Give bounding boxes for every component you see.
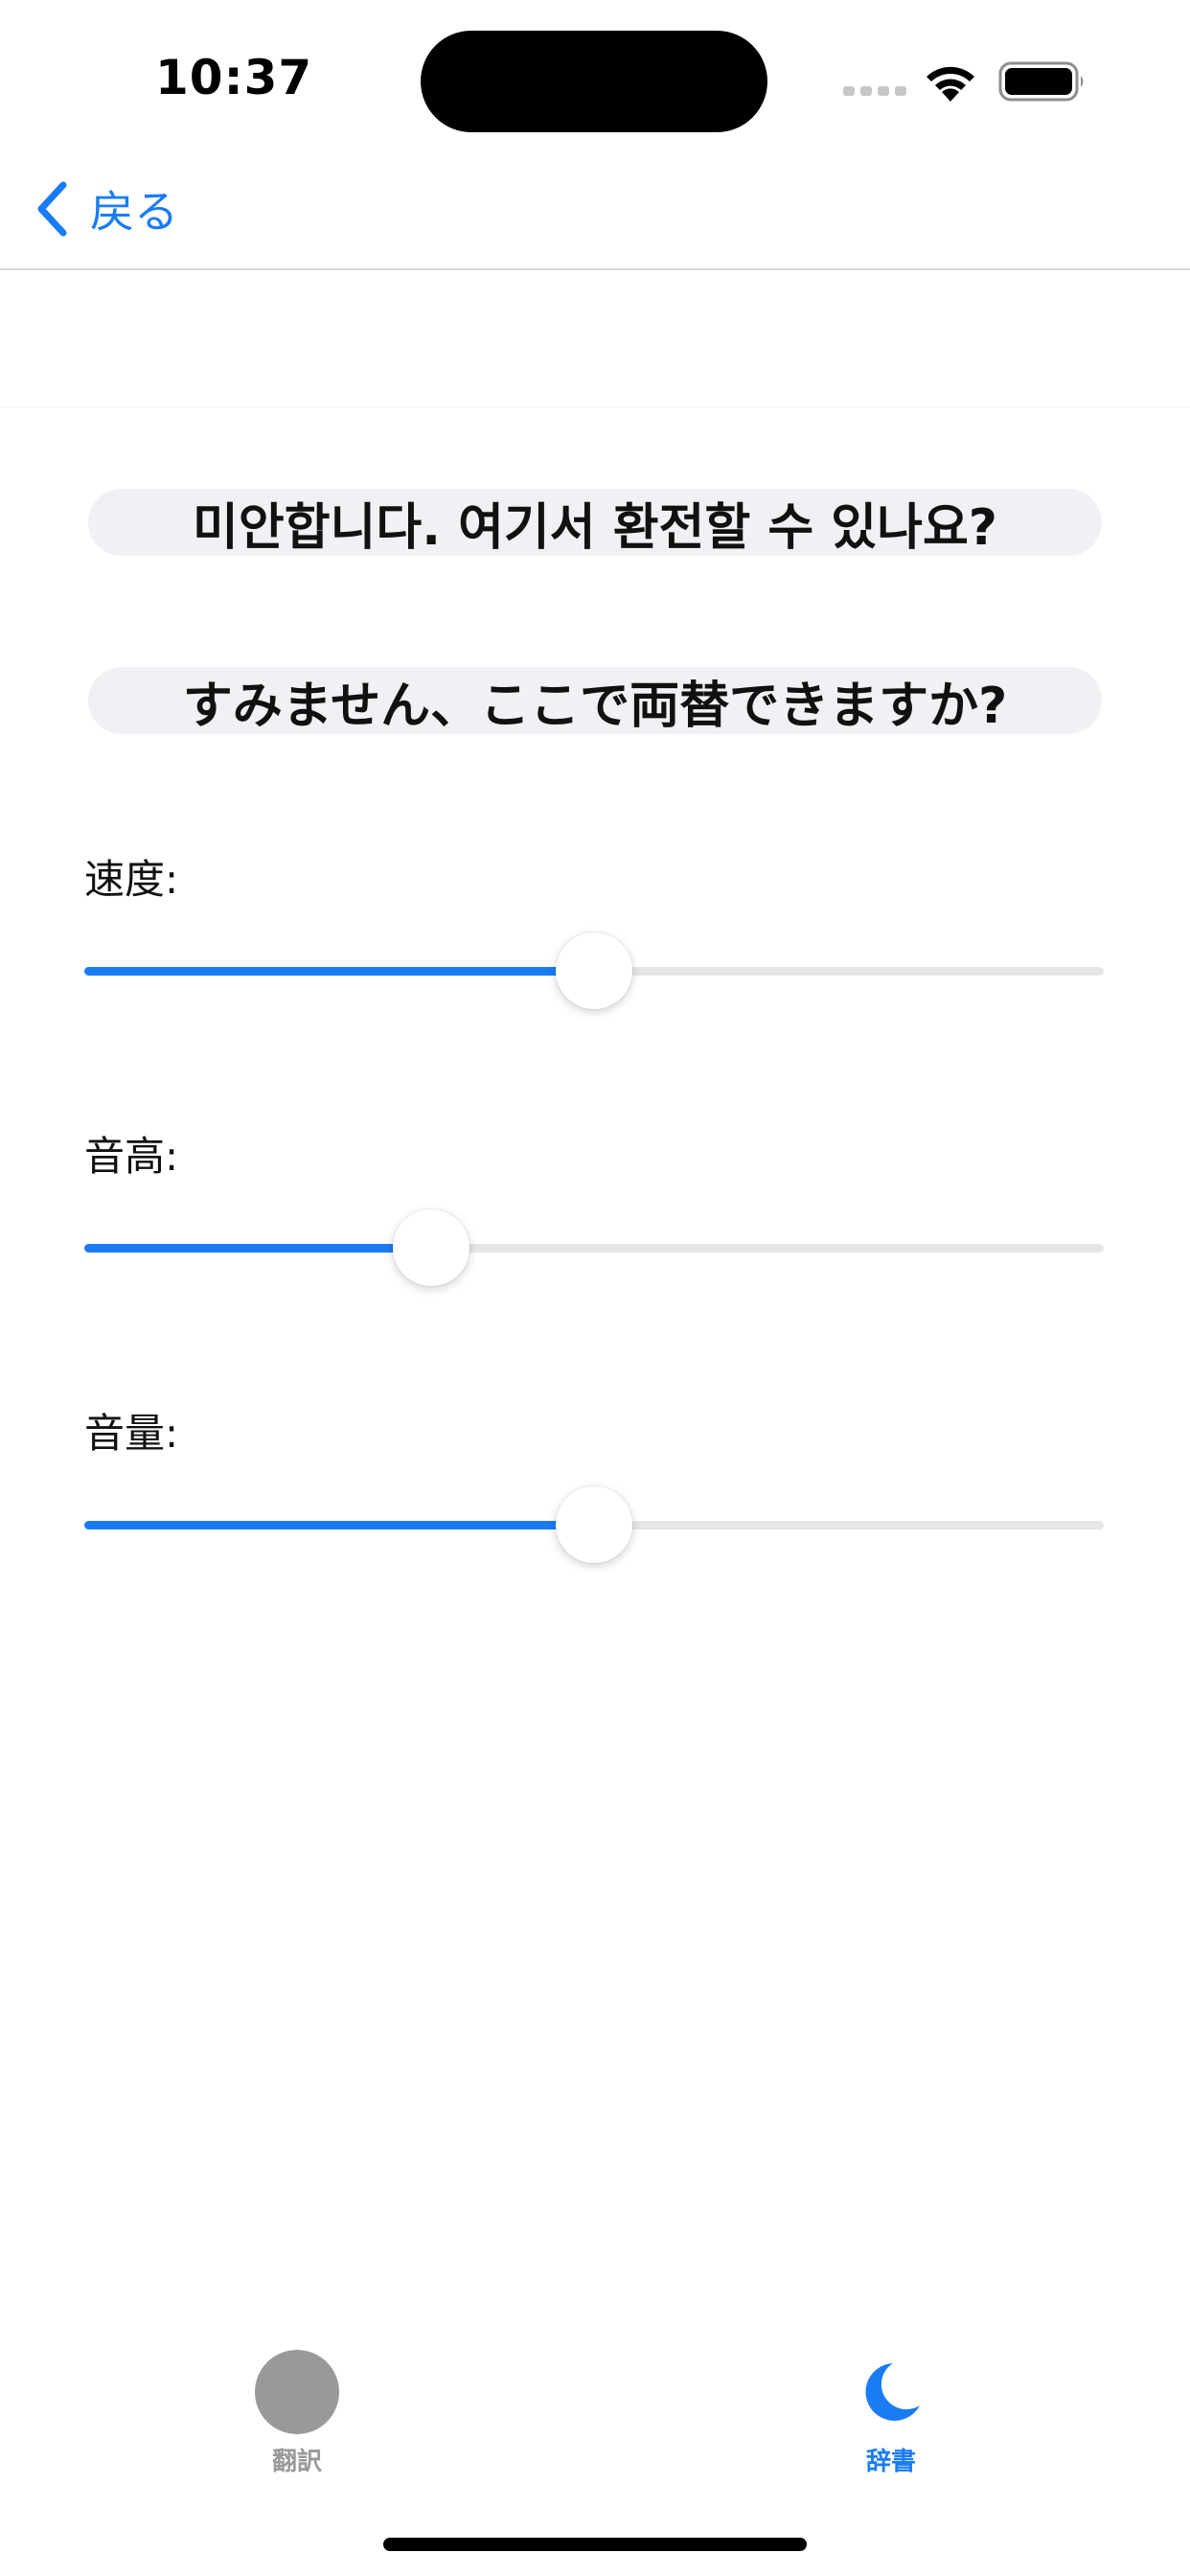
- screen: 10:37 戻る 미안합니다. 여기서 환전할 수 있나요? すみません、ここで…: [0, 0, 1190, 2576]
- circle-icon: [255, 2350, 339, 2434]
- slider-thumb[interactable]: [392, 1209, 469, 1286]
- cellular-signal-icon: [843, 86, 906, 96]
- tab-dictionary-label: 辞書: [865, 2448, 916, 2476]
- slider-thumb[interactable]: [556, 1486, 632, 1563]
- korean-phrase-pill[interactable]: 미안합니다. 여기서 환전할 수 있나요?: [88, 489, 1102, 557]
- chevron-left-icon: [37, 181, 67, 237]
- volume-slider[interactable]: [84, 1486, 1104, 1563]
- battery-icon: [998, 61, 1084, 102]
- nav-divider: [0, 268, 1190, 270]
- slider-fill: [84, 1244, 431, 1253]
- slider-thumb[interactable]: [556, 932, 632, 1009]
- wifi-icon: [927, 66, 974, 102]
- back-button-label: 戻る: [90, 186, 178, 238]
- tab-translate[interactable]: 翻訳: [201, 2350, 393, 2484]
- home-indicator: [383, 2538, 807, 2551]
- tab-translate-label: 翻訳: [271, 2448, 322, 2476]
- section-divider: [0, 406, 1190, 407]
- tab-dictionary[interactable]: 辞書: [795, 2350, 987, 2484]
- slider-fill: [84, 967, 594, 976]
- back-button[interactable]: 戻る: [34, 178, 178, 240]
- pitch-slider[interactable]: [84, 1209, 1104, 1286]
- status-time: 10:37: [155, 50, 313, 105]
- speed-label: 速度:: [84, 856, 179, 903]
- slider-fill: [84, 1521, 594, 1530]
- moon-icon: [865, 2363, 920, 2421]
- dynamic-island: [421, 31, 767, 132]
- pitch-label: 音高:: [84, 1133, 179, 1180]
- japanese-phrase-pill[interactable]: すみません、ここで両替できますか?: [88, 667, 1102, 735]
- volume-label: 音量:: [84, 1410, 179, 1457]
- speed-slider[interactable]: [84, 932, 1104, 1009]
